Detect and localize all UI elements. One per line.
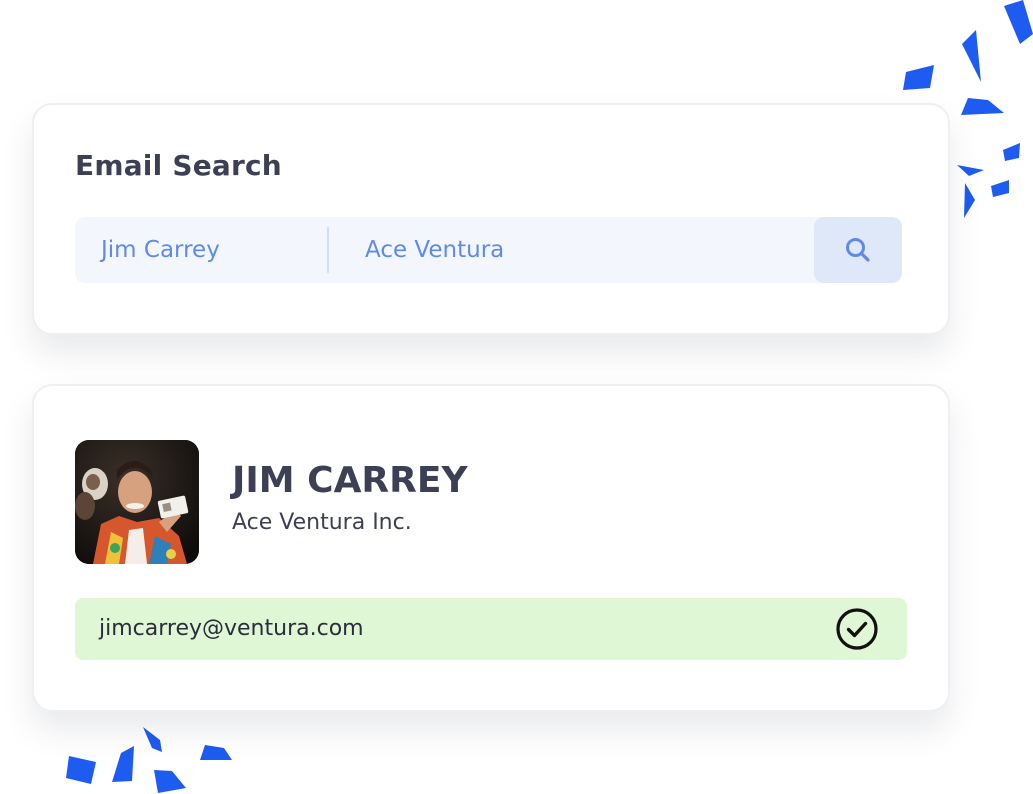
name-input[interactable]: Jim Carrey (101, 217, 321, 283)
search-bar: Jim Carrey Ace Ventura (75, 217, 902, 283)
avatar-photo (75, 440, 199, 564)
field-divider (327, 227, 329, 273)
email-result-row[interactable]: jimcarrey@ventura.com (75, 598, 907, 660)
email-address[interactable]: jimcarrey@ventura.com (99, 598, 364, 660)
person-name: JIM CARREY (232, 460, 468, 501)
check-circle-icon (836, 608, 878, 650)
person-company: Ace Ventura Inc. (232, 510, 412, 535)
page: Email Search Jim Carrey Ace Ventura JIM … (0, 0, 1033, 794)
avatar (75, 440, 199, 564)
search-button[interactable] (814, 217, 902, 283)
search-icon (846, 238, 870, 262)
search-card-title: Email Search (75, 149, 282, 182)
email-search-card: Email Search Jim Carrey Ace Ventura (32, 103, 950, 335)
company-input[interactable]: Ace Ventura (365, 217, 805, 283)
result-card: JIM CARREY Ace Ventura Inc. jimcarrey@ve… (32, 384, 950, 712)
